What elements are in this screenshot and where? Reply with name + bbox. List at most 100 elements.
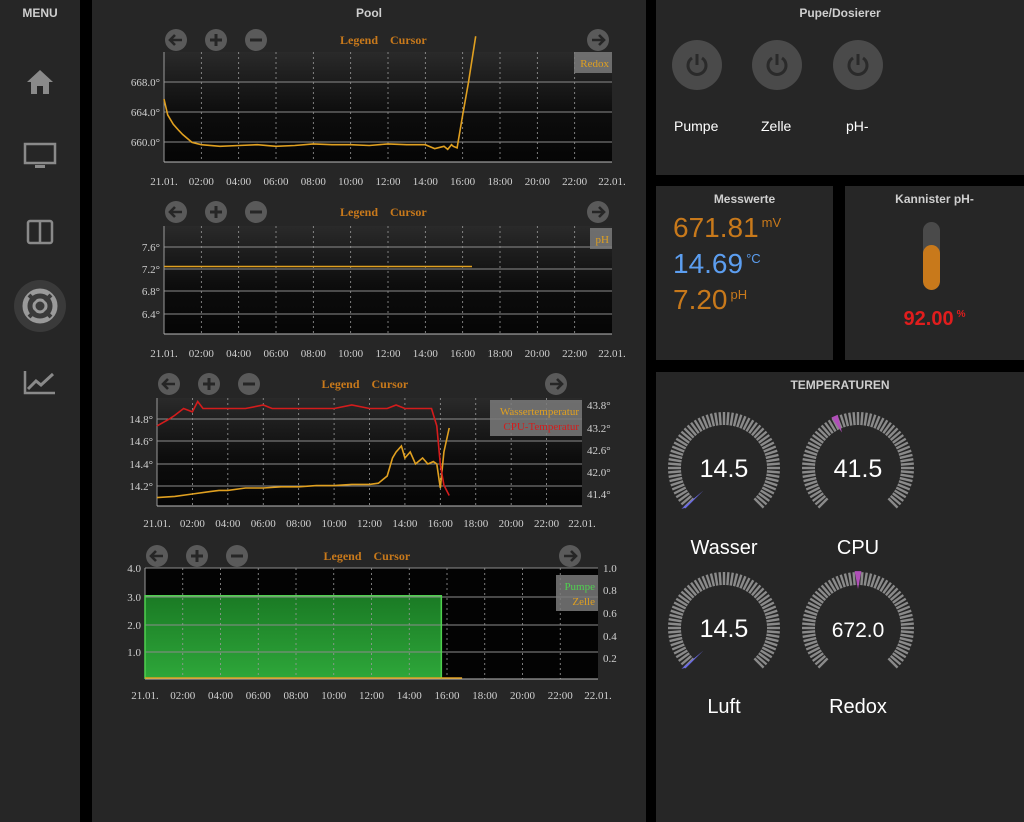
x-tick-label: 22.01. — [584, 690, 612, 702]
kannister-level-fill — [923, 244, 940, 290]
zoom-out-icon[interactable] — [238, 373, 260, 395]
nav-columns[interactable] — [12, 206, 68, 258]
legend-entry: CPU-Temperatur — [503, 421, 579, 433]
legend-entry: Pumpe — [564, 581, 595, 593]
messwerte-panel: Messwerte 671.81 mV 14.69 °C 7.20 pH — [656, 186, 833, 360]
gauge-tick — [843, 573, 850, 587]
x-tick-label: 22:00 — [534, 518, 560, 530]
x-tick-label: 08:00 — [286, 518, 312, 530]
gauge-tick — [766, 622, 780, 626]
kannister-panel: Kannister pH- 92.00% — [845, 186, 1024, 360]
zelle-label: Zelle — [761, 118, 792, 134]
nav-home[interactable] — [12, 56, 68, 108]
pumpe-power-button[interactable] — [672, 40, 722, 90]
zoom-in-icon[interactable] — [205, 29, 227, 51]
zoom-out-icon[interactable] — [245, 29, 267, 51]
messwerte-title: Messwerte — [713, 192, 776, 206]
ph-power-button[interactable] — [833, 40, 883, 90]
arrow-right-icon[interactable] — [587, 29, 609, 51]
x-tick-label: 06:00 — [263, 176, 289, 188]
nav-chart[interactable] — [12, 356, 68, 408]
nav-monitor[interactable] — [12, 130, 68, 182]
gauge-tick — [860, 412, 864, 426]
arrow-right-icon[interactable] — [587, 201, 609, 223]
arrow-left-icon[interactable] — [165, 201, 187, 223]
gauge-tick — [726, 572, 730, 586]
legend-toggle[interactable]: Legend — [340, 33, 378, 47]
y-tick-label: 668.0° — [131, 77, 160, 89]
zoom-out-icon[interactable] — [245, 201, 267, 223]
arrow-left-icon[interactable] — [158, 373, 180, 395]
x-tick-label: 16:00 — [450, 176, 476, 188]
gauge-tick — [899, 453, 913, 460]
y2-tick-label: 43.2° — [587, 423, 611, 435]
x-tick-label: 22:00 — [548, 690, 574, 702]
zoom-in-icon[interactable] — [205, 201, 227, 223]
y-tick-label: 6.8° — [142, 286, 160, 298]
arrow-right-icon[interactable] — [559, 545, 581, 567]
x-tick-label: 02:00 — [170, 690, 196, 702]
cursor-toggle[interactable]: Cursor — [390, 205, 427, 219]
x-tick-label: 18:00 — [472, 690, 498, 702]
gauge-tick — [669, 476, 683, 483]
arrow-right-icon[interactable] — [545, 373, 567, 395]
kannister-unit: % — [956, 309, 966, 321]
gauge-tick — [900, 630, 914, 634]
zoom-out-icon[interactable] — [226, 545, 248, 567]
gauge-value: 41.5 — [834, 455, 883, 483]
x-tick-label: 06:00 — [263, 348, 289, 360]
gauge-tick — [863, 412, 868, 426]
x-tick-label: 02:00 — [180, 518, 206, 530]
gauge-tick — [802, 470, 816, 474]
legend-toggle[interactable]: Legend — [340, 205, 378, 219]
gauge-tick — [900, 462, 914, 466]
gauge-tick — [668, 473, 682, 478]
gauge-tick — [899, 636, 913, 643]
gauge-tick — [718, 412, 722, 426]
cursor-toggle[interactable]: Cursor — [372, 377, 409, 391]
gauge-tick — [765, 636, 779, 643]
gauge-tick — [900, 633, 914, 638]
zelle-power-button[interactable] — [752, 40, 802, 90]
gauge-tick — [668, 630, 682, 634]
x-tick-label: 10:00 — [338, 348, 364, 360]
x-tick-label: 02:00 — [189, 348, 215, 360]
gauge-tick — [803, 636, 817, 643]
x-tick-label: 22:00 — [562, 348, 588, 360]
zoom-in-icon[interactable] — [198, 373, 220, 395]
chart-legend: Redox — [574, 52, 612, 73]
chart-4: Legend Cursor 4.0 3.0 2.0 1.0 1.0 0.8 0.6 0.4 0.2 2… — [127, 545, 617, 702]
chart-1: Legend Cursor 668.0° 664.0° 660.0° 21.01. 02:0… — [131, 29, 626, 188]
legend-entry: Redox — [580, 58, 609, 70]
gauge-tick — [852, 412, 856, 426]
gauge-wasser: 14.5 — [668, 412, 780, 509]
x-tick-label: 12:00 — [357, 518, 383, 530]
gauge-tick — [802, 473, 816, 478]
gauge-label-wasser: Wasser — [690, 537, 758, 559]
gauge-tick — [668, 622, 682, 626]
x-tick-label: 21.01. — [150, 176, 178, 188]
cursor-toggle[interactable]: Cursor — [390, 33, 427, 47]
arrow-left-icon[interactable] — [146, 545, 168, 567]
legend-toggle[interactable]: Legend — [321, 377, 359, 391]
zoom-in-icon[interactable] — [186, 545, 208, 567]
x-tick-label: 20:00 — [525, 348, 551, 360]
x-tick-label: 06:00 — [251, 518, 277, 530]
ph-number: 7.20 — [673, 284, 728, 315]
gauge-tick — [765, 613, 779, 620]
cursor-toggle[interactable]: Cursor — [374, 549, 411, 563]
gauge-tick — [765, 453, 779, 460]
chart-legend: pH — [590, 228, 612, 249]
nav-lifebuoy[interactable] — [14, 280, 66, 332]
x-tick-label: 04:00 — [215, 518, 241, 530]
redox-unit: mV — [761, 214, 782, 230]
arrow-left-icon[interactable] — [165, 29, 187, 51]
gauge-tick — [863, 572, 868, 586]
x-tick-label: 22.01. — [598, 348, 626, 360]
gauge-tick — [900, 618, 914, 623]
power-icon — [847, 54, 869, 76]
gauge-tick — [732, 573, 739, 587]
pumpe-label: Pumpe — [674, 118, 719, 134]
pumpe-title: Pupe/Dosierer — [799, 6, 881, 20]
legend-toggle[interactable]: Legend — [323, 549, 361, 563]
